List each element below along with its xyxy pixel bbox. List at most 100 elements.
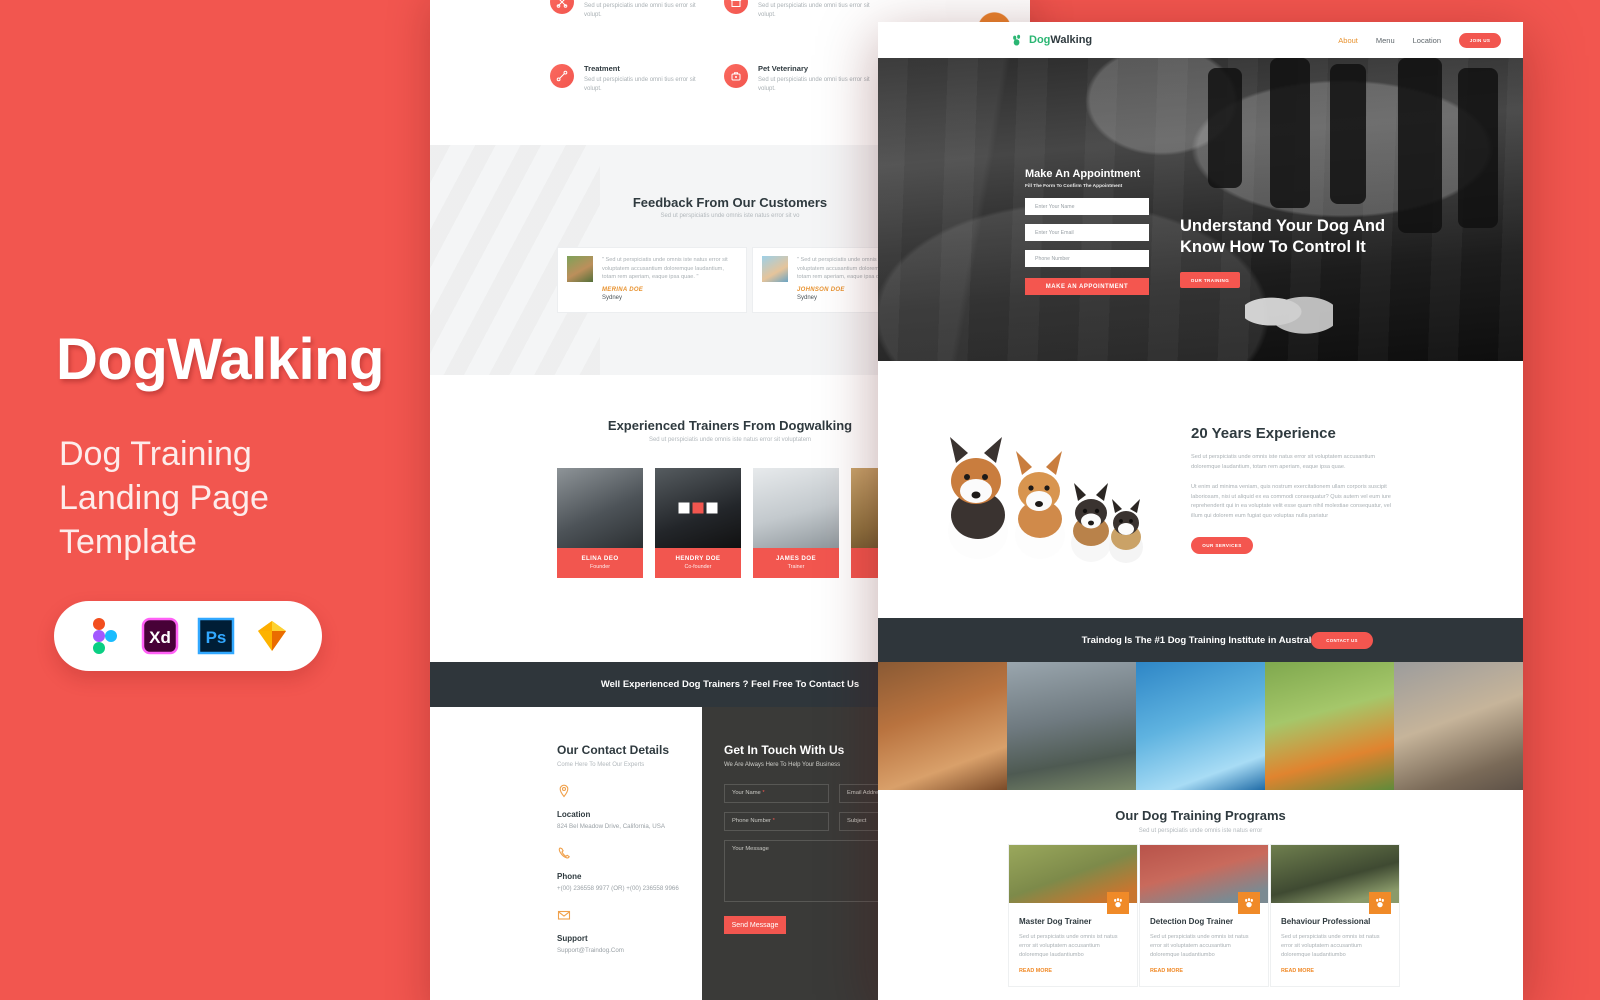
gallery-photo-autumn-walk[interactable] bbox=[878, 662, 1007, 790]
read-more-link[interactable]: READ MORE bbox=[1281, 968, 1389, 974]
appointment-form: Make An Appointment Fill The Form To Con… bbox=[1025, 168, 1149, 295]
trainer-role: Co-founder bbox=[684, 564, 712, 570]
nav-item-menu[interactable]: Menu bbox=[1376, 36, 1395, 45]
program-photo bbox=[1140, 845, 1268, 914]
trainer-card[interactable]: HENDRY DOE Co-founder bbox=[655, 468, 741, 578]
promo-brand-title: DogWalking bbox=[56, 327, 384, 392]
gallery-photo-pool-jump[interactable] bbox=[1136, 662, 1265, 790]
program-photo bbox=[1271, 845, 1399, 914]
site-logo[interactable]: DogWalking bbox=[1011, 34, 1092, 47]
hero-copy: Understand Your Dog And Know How To Cont… bbox=[1180, 216, 1430, 288]
testimonial-city: Sydney bbox=[602, 294, 623, 301]
service-item[interactable]: Treatment Sed ut perspiciatis unde omni … bbox=[550, 64, 702, 94]
service-item[interactable]: Pet Veterinary Sed ut perspiciatis unde … bbox=[724, 64, 876, 94]
phone-input[interactable]: Phone Number bbox=[1025, 250, 1149, 267]
experience-paragraph-2: Ut enim ad minima veniam, quis nostrum e… bbox=[1191, 484, 1391, 519]
trainer-name: ELINA DEO bbox=[581, 555, 619, 562]
instagram-icon[interactable] bbox=[706, 502, 718, 514]
cta-bar-text: Well Experienced Dog Trainers ? Feel Fre… bbox=[600, 679, 860, 690]
program-text: Sed ut perspiciatis unde omnis ist natus… bbox=[1019, 934, 1118, 958]
contact-item-label: Phone bbox=[557, 872, 582, 881]
experience-title: 20 Years Experience bbox=[1191, 425, 1336, 442]
our-services-button[interactable]: OUR SERVICES bbox=[1191, 537, 1253, 554]
experience-copy: 20 Years Experience Sed ut perspiciatis … bbox=[1191, 425, 1396, 554]
service-item[interactable]: Pet Grooming Sed ut perspiciatis unde om… bbox=[550, 0, 702, 20]
gallery-photo-agility-tunnel[interactable] bbox=[1265, 662, 1394, 790]
gallery-photo-group-walk[interactable] bbox=[1394, 662, 1523, 790]
contact-details-panel: Our Contact Details Come Here To Meet Ou… bbox=[430, 707, 702, 1000]
contact-item-location: Location 824 Bel Meadow Drive, Californi… bbox=[557, 784, 702, 830]
photo-gallery bbox=[878, 662, 1523, 790]
nav-links: About Menu Location JOIN US bbox=[1338, 32, 1501, 48]
twitter-icon[interactable] bbox=[692, 502, 704, 514]
facebook-icon[interactable] bbox=[678, 502, 690, 514]
name-input[interactable]: Your Name * bbox=[724, 784, 829, 803]
service-text: Sed ut perspiciatis unde omni tius error… bbox=[758, 77, 870, 92]
programs-section: Our Dog Training Programs Sed ut perspic… bbox=[878, 790, 1523, 1000]
contact-subtitle: Come Here To Meet Our Experts bbox=[557, 762, 645, 768]
logo-text: DogWalking bbox=[1029, 34, 1093, 46]
trainer-card[interactable]: ELINA DEO Founder bbox=[557, 468, 643, 578]
contact-item-value: +(00) 236558 9977 (OR) +(00) 236558 9966 bbox=[557, 885, 679, 892]
program-title: Detection Dog Trainer bbox=[1150, 917, 1234, 926]
program-text: Sed ut perspiciatis unde omnis ist natus… bbox=[1281, 934, 1380, 958]
corgi-family-photo bbox=[948, 437, 1143, 563]
form-heading: Make An Appointment bbox=[1025, 168, 1141, 180]
nav-item-about[interactable]: About bbox=[1338, 36, 1358, 45]
our-training-button[interactable]: OUR TRAINING bbox=[1180, 272, 1240, 288]
join-us-button[interactable]: JOIN US bbox=[1459, 32, 1501, 48]
adobe-xd-icon: Xd bbox=[141, 617, 179, 655]
social-icons[interactable] bbox=[678, 502, 718, 514]
trainer-photo bbox=[557, 468, 643, 548]
services-grid: Pet Grooming Sed ut perspiciatis unde om… bbox=[550, 0, 900, 138]
scissors-icon bbox=[550, 0, 574, 14]
bone-icon bbox=[550, 64, 574, 88]
service-item[interactable]: Pet Boutique Sed ut perspiciatis unde om… bbox=[724, 0, 876, 20]
avatar bbox=[567, 256, 593, 282]
program-text: Sed ut perspiciatis unde omnis ist natus… bbox=[1150, 934, 1249, 958]
name-input[interactable]: Enter Your Name bbox=[1025, 198, 1149, 215]
trainer-name: HENDRY DOE bbox=[675, 555, 721, 562]
contact-item-label: Location bbox=[557, 810, 591, 819]
dog-paw-logo-icon bbox=[1013, 34, 1021, 46]
send-message-button[interactable]: Send Message bbox=[724, 916, 786, 934]
medical-kit-icon bbox=[724, 64, 748, 88]
trainer-role: Trainer bbox=[787, 564, 805, 570]
contact-us-button[interactable]: CONTACT US bbox=[1311, 631, 1373, 649]
program-card[interactable]: Behaviour Professional Sed ut perspiciat… bbox=[1270, 844, 1400, 987]
program-title: Master Dog Trainer bbox=[1019, 917, 1092, 926]
program-title: Behaviour Professional bbox=[1281, 917, 1371, 926]
trainer-card[interactable]: JAMES DOE Trainer bbox=[753, 468, 839, 578]
map-pin-icon bbox=[559, 784, 569, 798]
experience-paragraph-1: Sed ut perspiciatis unde omnis iste natu… bbox=[1191, 454, 1376, 470]
programs-title: Our Dog Training Programs bbox=[1115, 808, 1286, 823]
contact-item-phone: Phone +(00) 236558 9977 (OR) +(00) 23655… bbox=[557, 846, 702, 892]
envelope-icon bbox=[557, 910, 571, 920]
email-input[interactable]: Enter Your Email bbox=[1025, 224, 1149, 241]
make-appointment-button[interactable]: MAKE AN APPOINTMENT bbox=[1025, 278, 1149, 295]
banner-text: Traindog Is The #1 Dog Training Institut… bbox=[1081, 634, 1320, 646]
programs-subtitle: Sed ut perspiciatis unde omnis iste natu… bbox=[1138, 828, 1263, 834]
sketch-icon bbox=[258, 621, 286, 651]
nav-item-location[interactable]: Location bbox=[1413, 36, 1441, 45]
program-card[interactable]: Master Dog Trainer Sed ut perspiciatis u… bbox=[1008, 844, 1138, 987]
trainer-photo bbox=[655, 468, 741, 548]
contact-item-value: Support@Traindog.Com bbox=[557, 947, 624, 954]
gallery-photo-park-bench[interactable] bbox=[1007, 662, 1136, 790]
paw-badge-icon bbox=[1238, 892, 1260, 914]
program-card[interactable]: Detection Dog Trainer Sed ut perspiciati… bbox=[1139, 844, 1269, 987]
read-more-link[interactable]: READ MORE bbox=[1150, 968, 1258, 974]
form-subheading: Fill The Form To Confirm The Appointment bbox=[1025, 184, 1123, 189]
app-format-pill: Xd Ps bbox=[54, 601, 322, 671]
phone-input[interactable]: Phone Number * bbox=[724, 812, 829, 831]
contact-item-value: 824 Bel Meadow Drive, California, USA bbox=[557, 823, 665, 830]
trainer-role: Founder bbox=[589, 564, 611, 570]
store-icon bbox=[724, 0, 748, 14]
paw-badge-icon bbox=[1369, 892, 1391, 914]
promo-subtitle: Dog Training Landing Page Template bbox=[59, 435, 269, 561]
right-page-mockup: DogWalking About Menu Location JOIN US M… bbox=[878, 22, 1523, 1000]
figma-icon bbox=[93, 618, 117, 654]
contact-item-support: Support Support@Traindog.Com bbox=[557, 908, 702, 954]
read-more-link[interactable]: READ MORE bbox=[1019, 968, 1127, 974]
testimonial-card: " Sed ut perspiciatis unde omnis iste na… bbox=[557, 247, 747, 313]
